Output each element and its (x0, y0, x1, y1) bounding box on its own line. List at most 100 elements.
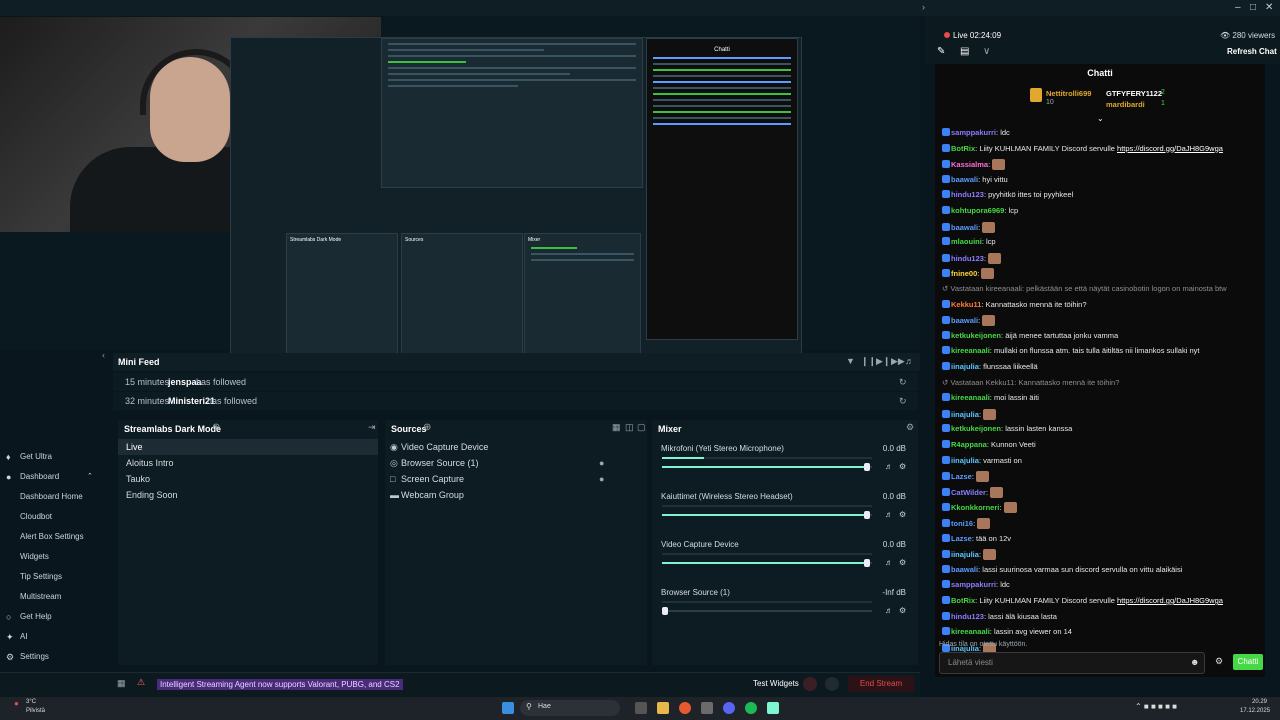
clock-date[interactable]: 17.12.2025 (1240, 708, 1270, 714)
volume-slider[interactable] (662, 511, 872, 519)
pause-icon[interactable]: ❙❙ (861, 356, 876, 367)
chat-username[interactable]: Kekku11 (951, 300, 981, 309)
scene-item[interactable]: Ending Soon (118, 487, 378, 503)
emoji-icon[interactable]: ☻ (1190, 657, 1199, 667)
performance-icon[interactable]: ▦ (117, 678, 126, 689)
lock-icon[interactable]: ● (599, 471, 604, 487)
taskbar-search[interactable]: ⚲ Hae (520, 700, 620, 716)
warning-icon[interactable]: ⚠ (137, 677, 145, 688)
chat-username[interactable]: BotRix (951, 596, 975, 605)
gear-icon[interactable]: ⚙ (899, 558, 906, 567)
chat-username[interactable]: iinajulia (951, 456, 979, 465)
mini-feed-event[interactable]: 15 minutes jenspaa has followed ↻ (113, 373, 918, 391)
sidebar-item-get-help[interactable]: ○ Get Help (0, 608, 100, 626)
chat-username[interactable]: kohtupora6969 (951, 206, 1004, 215)
chat-username[interactable]: baawali (951, 223, 978, 232)
filter-icon[interactable]: ▼ (846, 356, 855, 366)
chat-username[interactable]: kireeanaali (951, 393, 990, 402)
chat-username[interactable]: fnine00 (951, 269, 977, 278)
chat-username[interactable]: BotRix (951, 144, 975, 153)
scene-item[interactable]: Aloitus Intro (118, 455, 378, 471)
mini-feed-event[interactable]: 32 minutes Ministeri21 has followed ↻ (113, 392, 918, 410)
chat-username[interactable]: Lazse (951, 534, 972, 543)
skip-all-icon[interactable]: ▶▶ (891, 356, 905, 367)
chat-link[interactable]: https://discord.gg/DaJH8G9wga (1117, 596, 1223, 605)
chevron-down-icon[interactable]: ⌄ (1097, 114, 1104, 123)
source-layout-icon[interactable]: ▦ (612, 422, 621, 433)
weather-desc[interactable]: Pilvistä (26, 708, 45, 714)
gear-icon[interactable]: ⚙ (899, 510, 906, 519)
chat-username[interactable]: hindu123 (951, 254, 984, 263)
repeat-icon[interactable]: ↻ (899, 396, 907, 407)
skip-icon[interactable]: ▶❙ (876, 356, 890, 367)
speaker-icon[interactable]: ♬ (885, 606, 893, 615)
app-icon[interactable] (701, 702, 713, 714)
folder-add-icon[interactable]: ◫ (625, 422, 634, 433)
chat-username[interactable]: mlaouini (951, 237, 982, 246)
weather-temp[interactable]: 3°C (26, 699, 36, 705)
tray-icons[interactable]: ⌃ ■ ■ ■ ■ ■ (1135, 702, 1177, 711)
chat-username[interactable]: ketkukeijonen (951, 331, 1001, 340)
minimize-icon[interactable]: – (1235, 2, 1241, 13)
chat-username[interactable]: samppakurri (951, 128, 996, 137)
chat-username[interactable]: iinajulia (951, 550, 979, 559)
source-item[interactable]: ◎ Browser Source (1) ● (385, 455, 647, 471)
scene-item[interactable]: Tauko (118, 471, 378, 487)
chat-username[interactable]: Kkonkkorneri (951, 503, 999, 512)
stream-preview[interactable]: Chatti Streamlabs Dark Mode Sources Mixe… (0, 17, 920, 367)
share-icon[interactable]: ∨ (983, 46, 990, 57)
refresh-chat-button[interactable]: Refresh Chat (1227, 47, 1277, 56)
sidebar-item-tip-settings[interactable]: Tip Settings (0, 568, 100, 586)
edit-icon[interactable]: ✎ (937, 46, 945, 57)
chat-username[interactable]: baawali (951, 316, 978, 325)
chat-username[interactable]: iinajulia (951, 362, 979, 371)
discord-icon[interactable] (723, 702, 735, 714)
chat-username[interactable]: kireeanaali (951, 627, 990, 636)
spotify-icon[interactable] (745, 702, 757, 714)
chat-username[interactable]: toni16 (951, 519, 973, 528)
sidebar-item-get-ultra[interactable]: ♦ Get Ultra (0, 448, 100, 466)
gear-icon[interactable]: ⚙ (899, 606, 906, 615)
chat-username[interactable]: kireeanaali (951, 346, 990, 355)
source-item[interactable]: ◉ Video Capture Device (385, 439, 647, 455)
collapse-left-icon[interactable]: ‹ (102, 350, 105, 360)
add-source-icon[interactable]: ⊕ (423, 422, 431, 433)
speaker-icon[interactable]: ♬ (885, 558, 893, 567)
sidebar-item-multistream[interactable]: Multistream (0, 588, 100, 606)
chat-username[interactable]: Lazse (951, 472, 972, 481)
streamlabs-icon[interactable] (767, 702, 779, 714)
volume-slider-handle[interactable] (863, 559, 870, 567)
sidebar-item-alert-box[interactable]: Alert Box Settings (0, 528, 100, 546)
record-button[interactable] (803, 677, 817, 691)
speaker-icon[interactable]: ♬ (885, 510, 893, 519)
close-icon[interactable]: ✕ (1265, 2, 1273, 13)
agent-notice[interactable]: Intelligent Streaming Agent now supports… (157, 679, 403, 690)
windows-start-icon[interactable] (502, 702, 514, 714)
chat-username[interactable]: iinajulia (951, 410, 979, 419)
maximize-icon[interactable]: □ (1250, 2, 1256, 13)
add-folder-icon[interactable]: ▢ (637, 422, 646, 433)
chat-username[interactable]: baawali (951, 565, 978, 574)
volume-slider-handle[interactable] (863, 463, 870, 471)
add-scene-icon[interactable]: ⊕ (212, 422, 220, 433)
scene-transitions-icon[interactable]: ⇥ (368, 422, 376, 433)
sidebar-item-dashboard-home[interactable]: Dashboard Home (0, 488, 100, 506)
send-chat-button[interactable]: Chatti (1233, 654, 1263, 670)
source-item[interactable]: ▬ Webcam Group (385, 487, 647, 503)
sidebar-item-settings[interactable]: ⚙ Settings (0, 648, 100, 666)
gear-icon[interactable]: ⚙ (899, 462, 906, 471)
volume-slider[interactable] (662, 607, 872, 615)
chat-username[interactable]: CatWilder (951, 488, 986, 497)
chat-username[interactable]: ketkukeijonen (951, 424, 1001, 433)
repeat-icon[interactable]: ↻ (899, 377, 907, 388)
speaker-icon[interactable]: ♬ (885, 462, 893, 471)
chat-username[interactable]: baawali (951, 175, 978, 184)
volume-slider-handle[interactable] (662, 607, 668, 615)
chat-link[interactable]: https://discord.gg/DaJH8G9wga (1117, 144, 1223, 153)
chat-username[interactable]: hindu123 (951, 190, 984, 199)
end-stream-button[interactable]: End Stream (848, 676, 914, 692)
volume-slider[interactable] (662, 463, 872, 471)
stream-info-icon[interactable]: ▤ (960, 46, 969, 57)
volume-slider-handle[interactable] (863, 511, 870, 519)
task-view-icon[interactable] (635, 702, 647, 714)
